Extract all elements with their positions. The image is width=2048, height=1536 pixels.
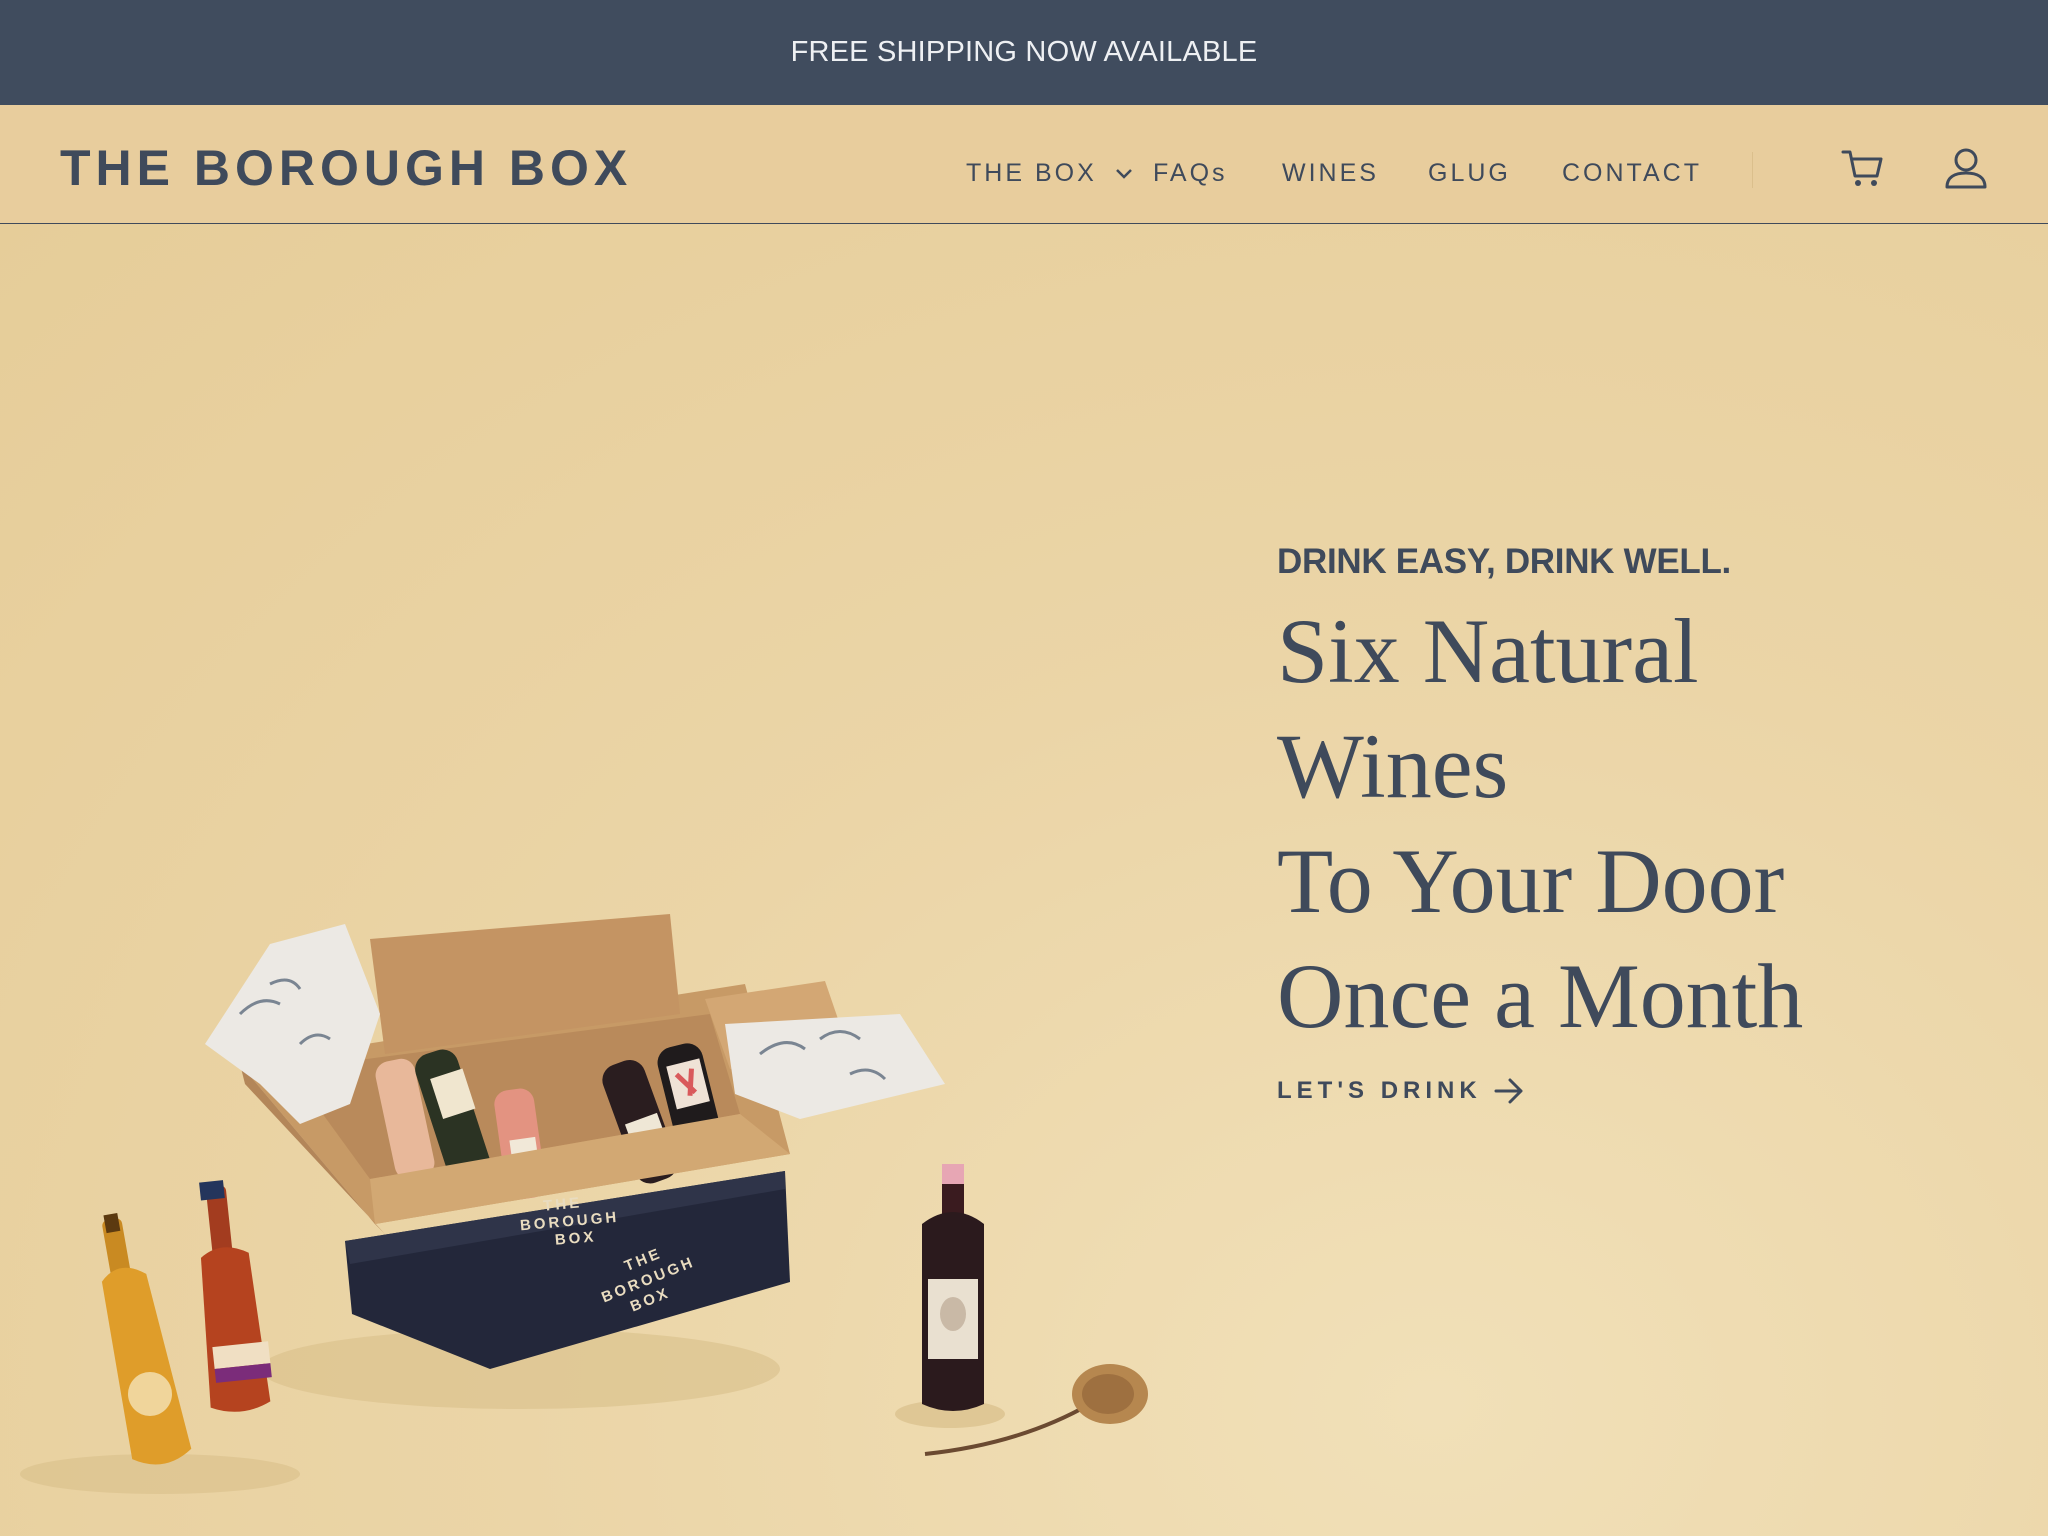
hero-image: THE BOROUGH BOX THE BOROUGH BOX <box>20 914 1148 1494</box>
announcement-text: FREE SHIPPING NOW AVAILABLE <box>790 36 1258 68</box>
logo[interactable]: THE BOROUGH BOX <box>60 139 632 197</box>
svg-text:BOX: BOX <box>554 1228 597 1249</box>
nav-the-box-label: THE BOX <box>966 159 1097 187</box>
account-icon <box>1945 148 1987 189</box>
hero-kicker: DRINK EASY, DRINK WELL. <box>1277 542 1731 581</box>
chevron-down-icon <box>1115 169 1132 180</box>
lets-drink-link[interactable]: LET'S DRINK <box>1277 1077 1524 1105</box>
nav-faqs[interactable]: FAQs <box>1153 153 1228 193</box>
hero-headline: Six Natural Wines To Your Door Once a Mo… <box>1277 594 1997 1054</box>
headline-line: Six Natural <box>1277 600 1699 702</box>
nav-contact[interactable]: CONTACT <box>1562 153 1702 193</box>
headline-line: To Your Door <box>1277 830 1785 932</box>
headline-line: Wines <box>1277 715 1509 817</box>
cta-label: LET'S DRINK <box>1277 1077 1482 1104</box>
hero-section: THE BOROUGH BOX THE BOROUGH BOX DRINK EA… <box>0 224 2048 1536</box>
nav-glug[interactable]: GLUG <box>1428 153 1511 193</box>
site-header: THE BOROUGH BOX THE BOX FAQs WINES GLUG … <box>0 105 2048 225</box>
nav-the-box[interactable]: THE BOX <box>966 153 1133 193</box>
headline-line: Once a Month <box>1277 945 1804 1047</box>
account-button[interactable] <box>1943 145 1993 195</box>
arrow-right-icon <box>1494 1078 1523 1104</box>
announcement-bar: FREE SHIPPING NOW AVAILABLE <box>0 0 2048 105</box>
header-divider <box>1752 152 1753 188</box>
cart-icon <box>1841 150 1883 186</box>
nav-wines[interactable]: WINES <box>1282 153 1379 193</box>
cart-button[interactable] <box>1840 145 1890 195</box>
